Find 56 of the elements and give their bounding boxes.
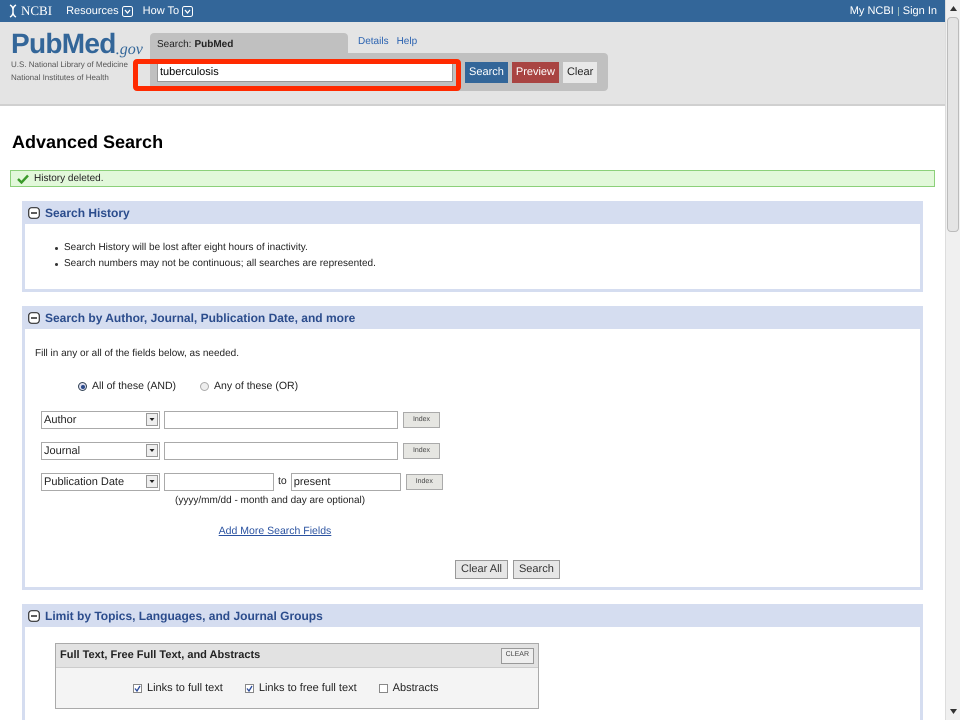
message-text: History deleted. — [34, 172, 104, 186]
clear-button[interactable]: Clear — [562, 62, 598, 82]
radio-button[interactable] — [200, 382, 210, 392]
checkbox-option[interactable]: Links to free full text — [244, 680, 357, 696]
checkbox-option[interactable]: Links to full text — [133, 680, 223, 696]
menu-dropdown[interactable]: How To — [142, 2, 194, 20]
field-dropdown[interactable]: Publication Date — [41, 472, 160, 491]
logo-text[interactable]: PubMed — [11, 30, 116, 58]
scroll-thumb[interactable] — [947, 17, 959, 232]
account-link[interactable]: My NCBI — [850, 2, 894, 20]
search-term-field[interactable] — [164, 442, 398, 460]
logo-domain[interactable]: .gov — [116, 42, 143, 58]
radio-option[interactable]: Any of these (OR) — [200, 379, 298, 395]
group-title: Full Text, Free Full Text, and Abstracts — [60, 648, 260, 664]
checkbox-option[interactable]: Abstracts — [378, 680, 439, 696]
scroll-down-icon[interactable] — [950, 709, 956, 714]
page-title: Advanced Search — [12, 131, 164, 154]
search-term-field[interactable] — [164, 410, 398, 429]
form-button[interactable]: Search — [512, 560, 560, 579]
collapse-icon[interactable] — [28, 206, 40, 218]
radio-option[interactable]: All of these (AND) — [78, 379, 176, 395]
scroll-up-icon[interactable] — [950, 6, 956, 11]
help-link[interactable]: Help — [396, 34, 418, 48]
note-text: Search numbers may not be continuous; all searches are represented. — [64, 257, 376, 271]
add-fields-link[interactable]: Add More Search Fields — [218, 524, 332, 540]
format-hint: (yyyy/mm/dd - month and day are optional) — [175, 494, 366, 508]
field-dropdown[interactable]: Author — [41, 410, 160, 429]
collapse-icon[interactable] — [28, 312, 40, 324]
search-input[interactable]: tuberculosis — [157, 62, 453, 82]
start-date-field[interactable] — [164, 472, 274, 491]
checkmark-icon — [17, 174, 29, 184]
dropdown-icon — [122, 6, 133, 16]
scrollbar[interactable] — [945, 0, 960, 720]
range-word: to — [278, 474, 287, 489]
field-dropdown[interactable]: Journal — [41, 442, 160, 460]
collapse-icon[interactable] — [28, 610, 40, 622]
section-title[interactable]: Search History — [45, 204, 130, 222]
help-link[interactable]: Details — [358, 34, 389, 48]
note-text: Search History will be lost after eight hours of inactivity. — [64, 241, 308, 255]
menu-dropdown[interactable]: Resources — [66, 2, 133, 20]
preview-button[interactable]: Preview — [512, 62, 559, 82]
radio-button[interactable] — [78, 382, 87, 392]
brand-name[interactable]: NCBI — [21, 1, 52, 21]
checkbox[interactable] — [244, 684, 254, 692]
end-date-field[interactable]: present — [290, 472, 401, 491]
form-button[interactable]: Clear All — [455, 560, 508, 579]
organization-name: National Institutes of Health — [11, 72, 110, 84]
checkbox[interactable] — [133, 684, 142, 692]
organization-name: U.S. National Library of Medicine — [11, 59, 129, 71]
search-scope-tab[interactable]: Search: PubMed — [150, 33, 348, 53]
helix-icon — [8, 4, 18, 18]
dropdown-icon — [182, 6, 194, 16]
instruction-text: Fill in any or all of the fields below, as needed. — [35, 347, 240, 361]
account-link[interactable]: Sign In — [902, 2, 937, 20]
search-button[interactable]: Search — [465, 62, 508, 82]
checkbox[interactable] — [378, 684, 388, 692]
